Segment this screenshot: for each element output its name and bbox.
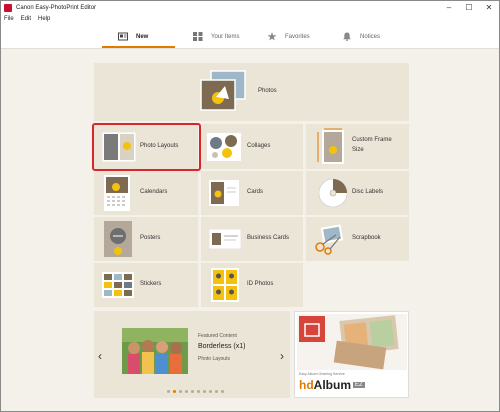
tile-business-cards-label: Business Cards xyxy=(247,235,290,241)
tile-collages[interactable]: Collages xyxy=(201,124,303,169)
featured-caption: Featured Content xyxy=(198,333,237,339)
tile-calendars[interactable]: Calendars xyxy=(94,171,198,215)
title-bar: Canon Easy-PhotoPrint Editor – ☐ ✕ xyxy=(1,1,499,14)
hdalbum-ad-banner[interactable]: Easy Album Ordering Service hd Album EZ xyxy=(294,311,409,398)
tile-custom-frame-label-1: Custom Frame xyxy=(352,137,392,143)
album-ad-image xyxy=(297,314,407,370)
featured-photo xyxy=(122,328,188,374)
tile-disc-labels[interactable]: Disc Labels xyxy=(306,171,409,215)
carousel-dot[interactable] xyxy=(209,390,212,393)
scrapbook-thumbnail xyxy=(315,224,344,255)
tile-posters[interactable]: Posters xyxy=(94,217,198,261)
app-logo-icon xyxy=(4,3,12,12)
stickers-thumbnail xyxy=(102,272,134,298)
menu-file[interactable]: File xyxy=(4,16,14,22)
tab-notices[interactable]: Notices xyxy=(342,24,380,49)
tab-your-items-label: Your Items xyxy=(211,33,240,40)
tile-id-photos[interactable]: ID Photos xyxy=(201,263,303,307)
tile-collages-label: Collages xyxy=(247,143,271,149)
carousel-dot[interactable] xyxy=(179,390,182,393)
window-controls: – ☐ ✕ xyxy=(439,1,499,14)
tile-id-photos-label: ID Photos xyxy=(247,281,274,287)
tile-stickers-label: Stickers xyxy=(140,281,162,287)
carousel-next-button[interactable]: › xyxy=(280,349,284,363)
id-photos-thumbnail xyxy=(211,268,239,302)
carousel-dots xyxy=(167,390,224,393)
carousel-dot[interactable] xyxy=(185,390,188,393)
carousel-dot[interactable] xyxy=(167,390,170,393)
tile-custom-frame-label-2: Size xyxy=(352,147,364,153)
tile-calendars-label: Calendars xyxy=(140,189,168,195)
bell-icon xyxy=(343,32,351,41)
cards-thumbnail xyxy=(209,180,239,206)
tile-cards[interactable]: Cards xyxy=(201,171,303,215)
business-cards-thumbnail xyxy=(209,229,241,249)
active-tab-indicator xyxy=(102,46,175,48)
carousel-prev-button[interactable]: ‹ xyxy=(98,349,102,363)
minimize-button[interactable]: – xyxy=(439,1,459,14)
posters-thumbnail xyxy=(104,221,132,257)
album-service-text: Easy Album Ordering Service xyxy=(299,372,345,376)
featured-title: Borderless (x1) xyxy=(198,343,246,350)
tile-cards-label: Cards xyxy=(247,189,264,195)
tile-scrapbook[interactable]: Scrapbook xyxy=(306,217,409,261)
carousel-dot[interactable] xyxy=(203,390,206,393)
tile-photos-label: Photos xyxy=(258,88,277,94)
calendars-thumbnail xyxy=(104,175,130,211)
tab-favorites-label: Favorites xyxy=(285,33,310,40)
photos-thumbnail xyxy=(200,70,246,111)
brand-album: Album xyxy=(313,378,352,392)
star-icon xyxy=(267,32,277,41)
window-title: Canon Easy-PhotoPrint Editor xyxy=(16,4,97,11)
custom-frame-thumbnail xyxy=(317,128,344,164)
close-button[interactable]: ✕ xyxy=(479,1,499,14)
maximize-button[interactable]: ☐ xyxy=(459,1,479,14)
menu-help[interactable]: Help xyxy=(38,16,50,22)
carousel-dot[interactable] xyxy=(221,390,224,393)
tab-favorites[interactable]: Favorites xyxy=(267,24,310,49)
tile-stickers[interactable]: Stickers xyxy=(94,263,198,307)
new-icon xyxy=(118,32,128,41)
tile-disc-labels-label: Disc Labels xyxy=(352,189,384,195)
tab-your-items[interactable]: Your Items xyxy=(193,24,239,49)
tile-business-cards[interactable]: Business Cards xyxy=(201,217,303,261)
hdalbum-logo: hd Album EZ xyxy=(299,378,365,392)
collages-thumbnail xyxy=(207,133,241,161)
app-window: Canon Easy-PhotoPrint Editor – ☐ ✕ File … xyxy=(0,0,500,412)
carousel-dot[interactable] xyxy=(197,390,200,393)
tab-new-label: New xyxy=(136,33,149,40)
carousel-dot[interactable] xyxy=(191,390,194,393)
carousel-dot[interactable] xyxy=(173,390,176,393)
main-tab-bar: New Your Items Favorites Notices xyxy=(1,24,499,49)
menu-bar: File Edit Help xyxy=(1,14,499,24)
featured-subtitle: Photo Layouts xyxy=(198,356,230,362)
carousel-dot[interactable] xyxy=(215,390,218,393)
menu-edit[interactable]: Edit xyxy=(21,16,31,22)
featured-carousel: ‹ Featured Content Borderless (x1) Photo… xyxy=(94,311,290,398)
tab-notices-label: Notices xyxy=(360,33,381,40)
brand-ez: EZ xyxy=(353,382,365,388)
tile-posters-label: Posters xyxy=(140,235,161,241)
disc-labels-thumbnail xyxy=(318,178,348,208)
tile-photos[interactable]: Photos xyxy=(94,63,409,121)
brand-hd: hd xyxy=(299,378,314,392)
tile-custom-frame-size[interactable]: Custom Frame Size xyxy=(306,124,409,169)
selection-highlight xyxy=(92,123,201,171)
tile-scrapbook-label: Scrapbook xyxy=(352,235,381,241)
grid-icon xyxy=(193,32,203,41)
